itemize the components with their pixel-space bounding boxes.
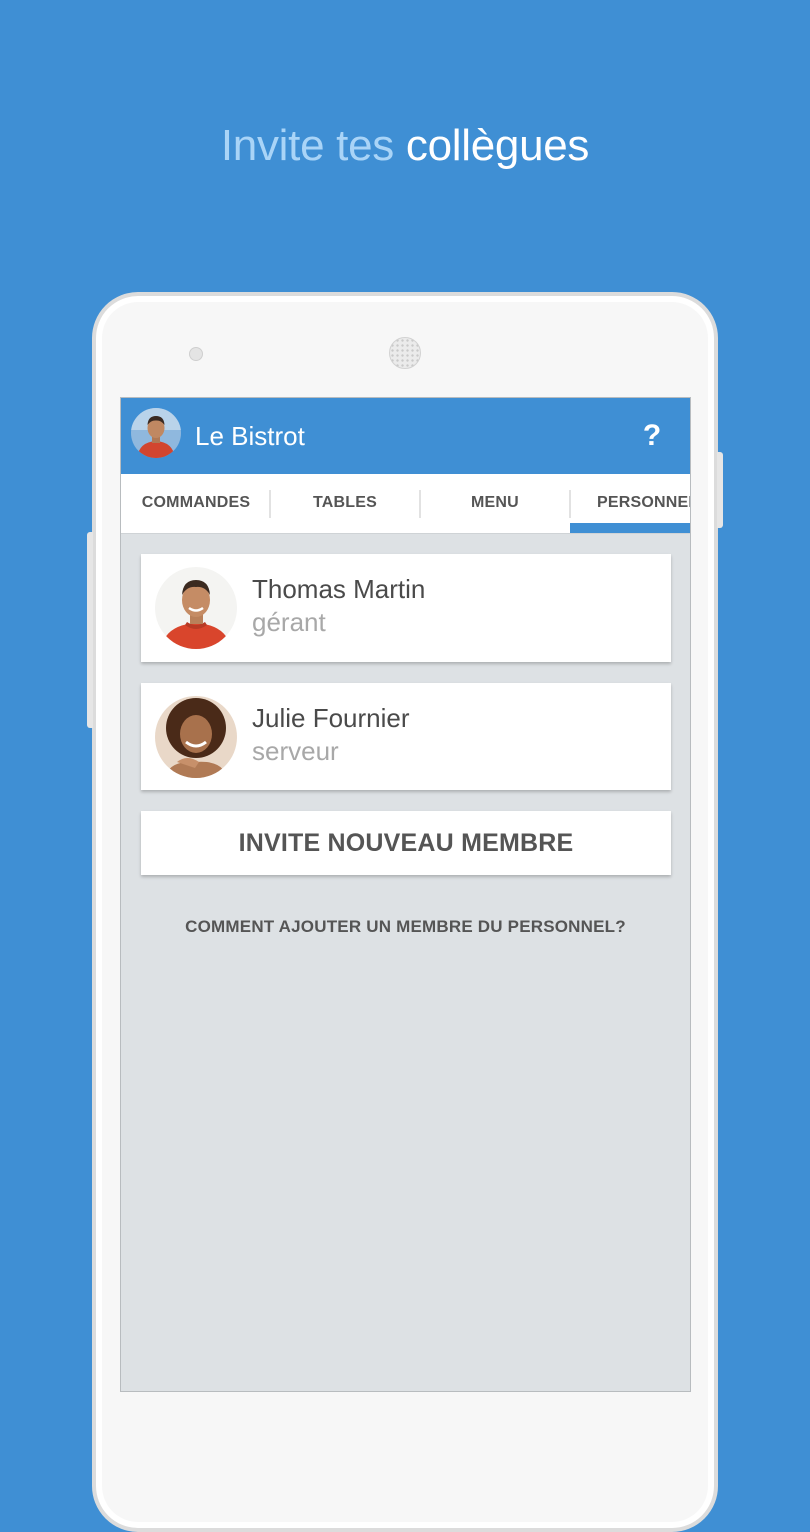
staff-role: gérant	[252, 607, 326, 637]
app-title: Le Bistrot	[195, 421, 305, 451]
app-bar: Le Bistrot ?	[121, 398, 690, 474]
active-tab-indicator	[570, 523, 690, 533]
headline-bold: collègues	[405, 121, 590, 170]
tab-tables[interactable]: TABLES	[270, 474, 420, 533]
staff-name: Julie Fournier	[252, 703, 410, 733]
staff-role: serveur	[252, 736, 339, 766]
how-to-add-staff-link[interactable]: COMMENT AJOUTER UN MEMBRE DU PERSONNEL?	[121, 914, 690, 940]
phone-speaker	[389, 337, 421, 369]
staff-card-thomas[interactable]: Thomas Martin gérant	[141, 554, 671, 662]
staff-photo-thomas	[155, 567, 237, 649]
app-screen: Le Bistrot ? COMMANDES TABLES MENU PERSO…	[120, 397, 691, 1392]
phone-volume-button	[87, 532, 93, 728]
staff-name: Thomas Martin	[252, 574, 426, 604]
staff-card-julie[interactable]: Julie Fournier serveur	[141, 683, 671, 790]
staff-photo-julie	[155, 696, 237, 778]
tab-bar: COMMANDES TABLES MENU PERSONNEL	[121, 474, 690, 534]
invite-new-member-button[interactable]: INVITE NOUVEAU MEMBRE	[141, 811, 671, 875]
phone-power-button	[717, 452, 723, 528]
avatar[interactable]	[131, 408, 181, 458]
tab-menu[interactable]: MENU	[420, 474, 570, 533]
phone-camera	[189, 347, 203, 361]
tab-commandes[interactable]: COMMANDES	[121, 474, 271, 533]
headline: Invite tes collègues	[0, 118, 810, 174]
headline-light: Invite tes	[220, 121, 394, 170]
help-button[interactable]: ?	[637, 418, 667, 454]
